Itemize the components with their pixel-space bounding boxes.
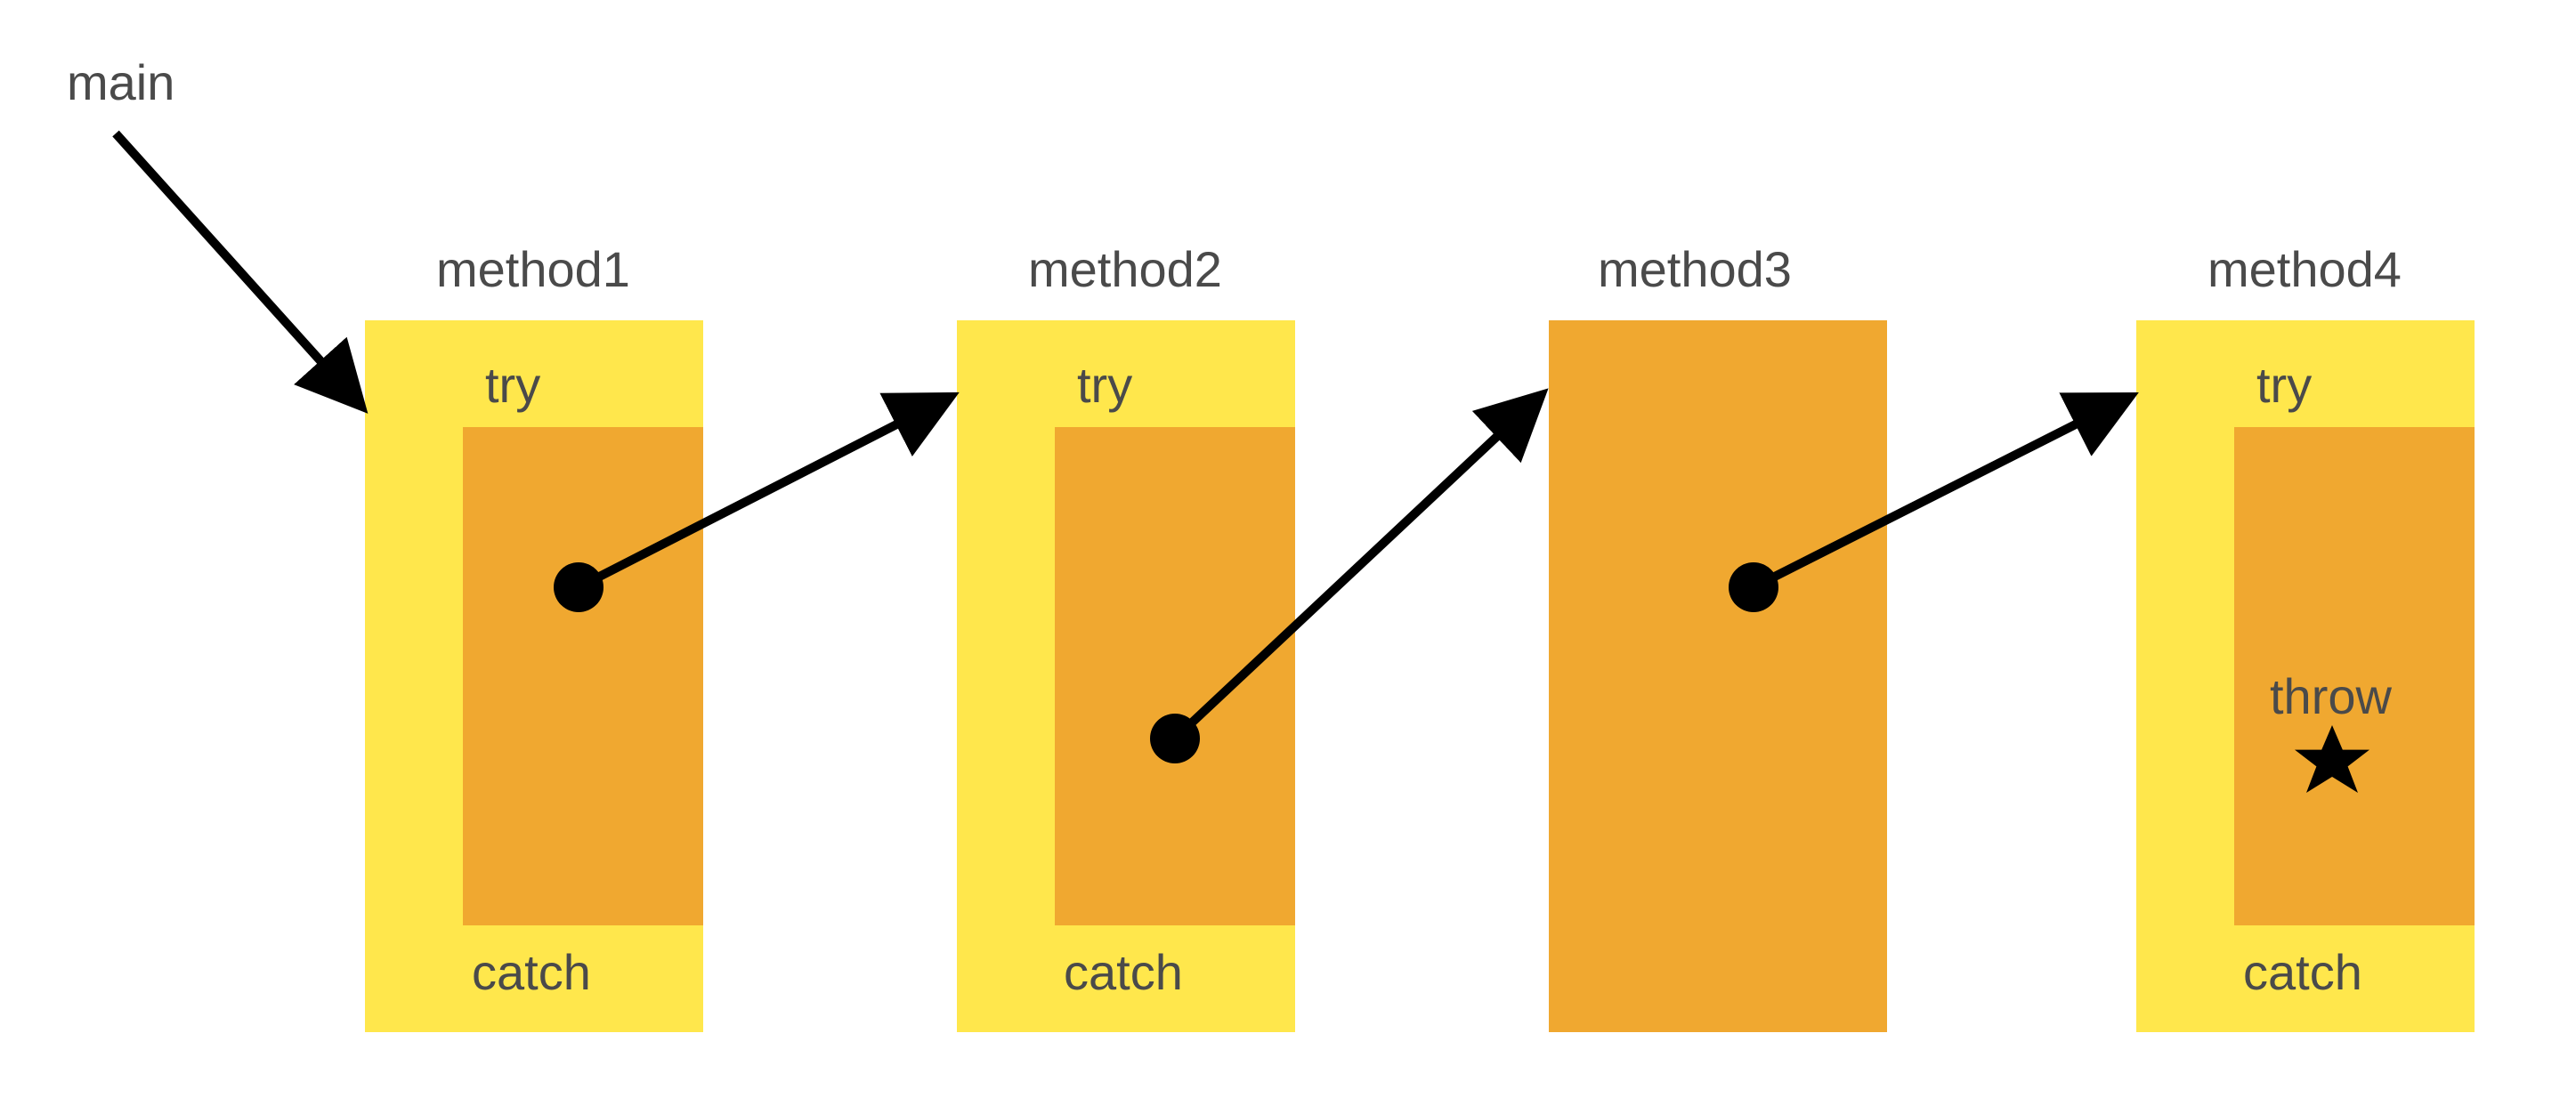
method2-title: method2 [1028, 240, 1222, 298]
arrow-main-to-method1 [116, 133, 356, 400]
method2-try-label: try [1077, 356, 1132, 414]
method4-title: method4 [2207, 240, 2402, 298]
method3-box [1549, 320, 1887, 1032]
method1-box: try catch [365, 320, 703, 1032]
method4-throw-label: throw [2270, 667, 2392, 725]
method2-catch-label: catch [1064, 943, 1183, 1001]
method2-try-block [1055, 427, 1295, 925]
method4-try-label: try [2256, 356, 2312, 414]
method1-try-block [463, 427, 703, 925]
method1-title: method1 [436, 240, 630, 298]
method4-box: try throw catch [2136, 320, 2475, 1032]
exception-flow-diagram: main method1 try catch method2 try catch… [0, 0, 2576, 1114]
method1-try-label: try [485, 356, 540, 414]
method2-box: try catch [957, 320, 1295, 1032]
method1-catch-label: catch [472, 943, 591, 1001]
method3-title: method3 [1598, 240, 1792, 298]
main-label: main [67, 53, 174, 111]
method4-catch-label: catch [2243, 943, 2362, 1001]
